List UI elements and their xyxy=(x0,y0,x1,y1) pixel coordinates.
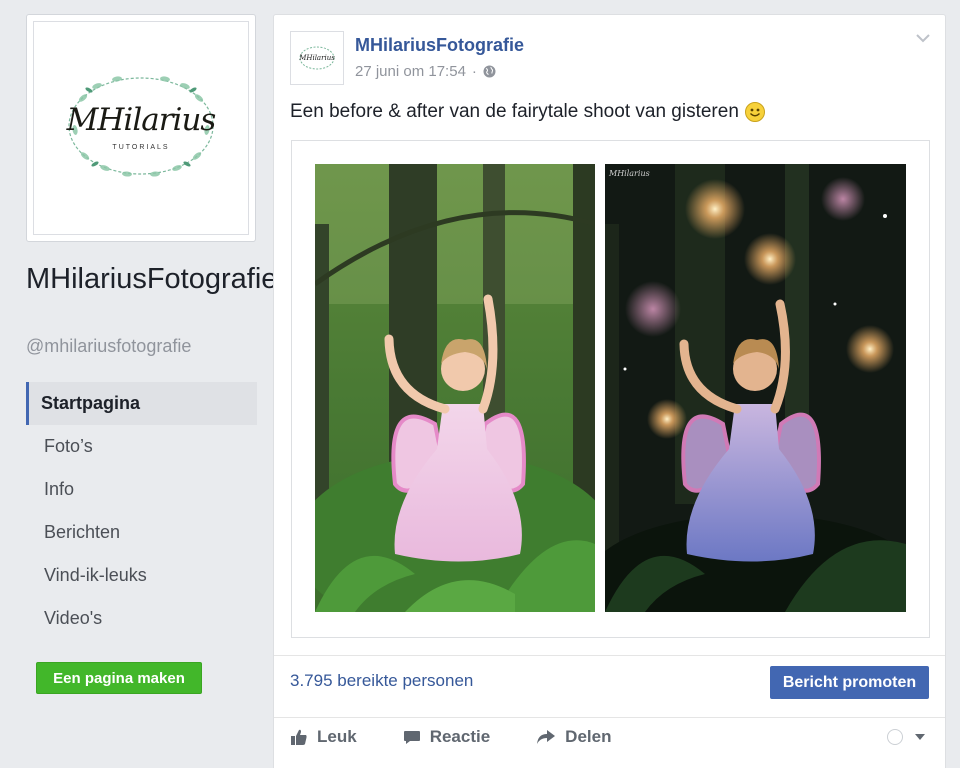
nav-item-fotos[interactable]: Foto’s xyxy=(26,425,257,468)
divider xyxy=(274,717,945,718)
smiley-icon xyxy=(744,102,765,122)
post-author-link[interactable]: MHilariusFotografie xyxy=(355,35,524,56)
profile-picture-frame: MHilarius TUTORIALS xyxy=(33,21,249,235)
left-sidebar: MHilarius TUTORIALS MHilariusFotografie … xyxy=(0,0,277,768)
comment-icon xyxy=(403,731,420,744)
post-author-avatar[interactable]: MHilarius xyxy=(290,31,344,85)
divider xyxy=(274,655,945,656)
promote-post-button[interactable]: Bericht promoten xyxy=(770,666,929,699)
post-timestamp[interactable]: 27 juni om 17:54 xyxy=(355,63,466,80)
globe-icon[interactable] xyxy=(483,65,496,78)
avatar-logo-icon: MHilarius xyxy=(298,46,335,70)
like-label: Leuk xyxy=(317,727,357,746)
create-page-button[interactable]: Een pagina maken xyxy=(36,662,202,694)
page-handle[interactable]: @mhilariusfotografie xyxy=(26,336,191,357)
post-photo[interactable]: MHilarius xyxy=(291,140,930,638)
photo-watermark: MHilarius xyxy=(608,169,650,178)
thumbs-up-icon xyxy=(291,729,307,745)
comment-label: Reactie xyxy=(429,727,491,746)
page-avatar-small xyxy=(887,729,903,745)
nav-item-videos[interactable]: Video's xyxy=(26,597,257,640)
post-as-selector[interactable] xyxy=(887,729,925,745)
page-logo: MHilarius TUTORIALS xyxy=(61,68,221,188)
nav-item-info[interactable]: Info xyxy=(26,468,257,511)
profile-picture[interactable]: MHilarius TUTORIALS xyxy=(26,14,256,242)
post-actions: Leuk Reactie Delen xyxy=(290,727,611,747)
svg-text:MHilarius: MHilarius xyxy=(298,54,335,62)
nav-item-startpagina[interactable]: Startpagina xyxy=(26,382,257,425)
meta-separator: · xyxy=(471,63,477,80)
caret-down-icon xyxy=(915,734,925,740)
post-card: MHilarius MHilariusFotografie 27 juni om… xyxy=(273,14,946,768)
before-photo xyxy=(315,164,595,612)
post-meta: 27 juni om 17:54 · xyxy=(355,63,496,80)
logo-name: MHilarius xyxy=(66,102,217,138)
like-button[interactable]: Leuk xyxy=(290,727,357,747)
nav-item-berichten[interactable]: Berichten xyxy=(26,511,257,554)
nav-item-vind-ik-leuks[interactable]: Vind-ik-leuks xyxy=(26,554,257,597)
post-message: Een before & after van de fairytale shoo… xyxy=(290,101,765,123)
after-photo: MHilarius xyxy=(605,164,906,612)
post-reach[interactable]: 3.795 bereikte personen xyxy=(290,671,473,691)
page-nav: Startpagina Foto’s Info Berichten Vind-i… xyxy=(26,382,257,640)
comment-button[interactable]: Reactie xyxy=(403,727,490,747)
chevron-down-icon[interactable] xyxy=(915,33,931,43)
share-label: Delen xyxy=(565,727,612,746)
share-arrow-icon xyxy=(537,730,556,744)
logo-subtitle: TUTORIALS xyxy=(112,144,170,151)
share-button[interactable]: Delen xyxy=(536,727,611,747)
post-message-text: Een before & after van de fairytale shoo… xyxy=(290,101,739,122)
page-title[interactable]: MHilariusFotografie xyxy=(26,262,277,296)
